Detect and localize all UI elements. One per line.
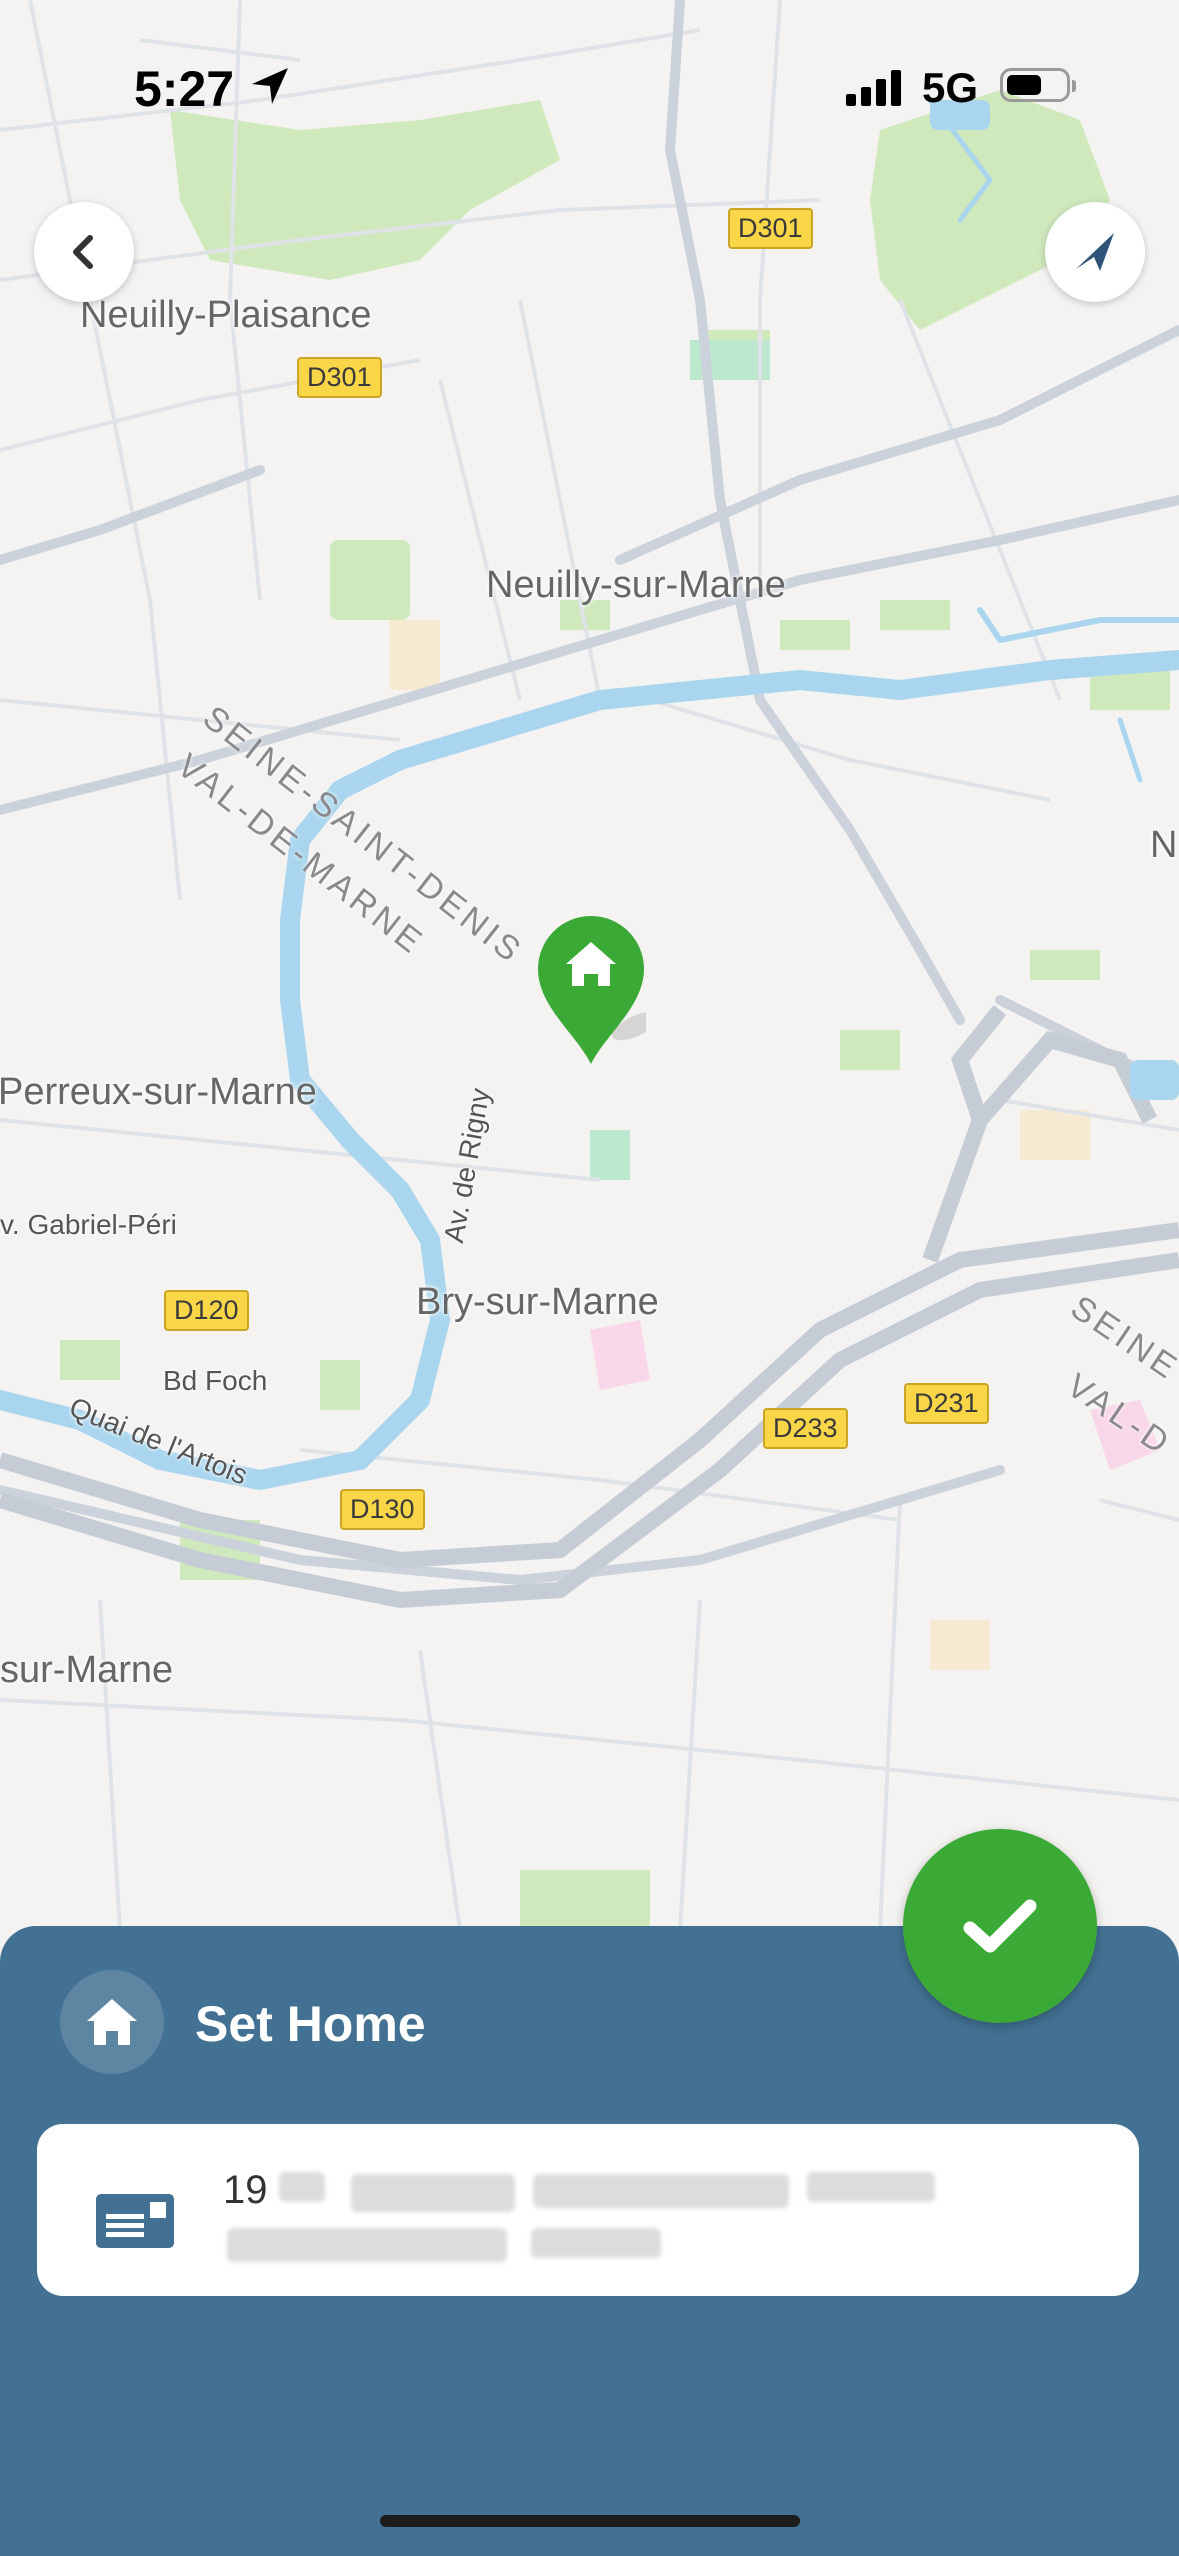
confirm-button[interactable] <box>903 1829 1097 2023</box>
home-icon <box>87 1999 137 2045</box>
redacted-address-text <box>351 2174 515 2212</box>
locate-me-button[interactable] <box>1045 202 1145 302</box>
cellular-signal-icon <box>846 70 906 111</box>
redacted-address-text <box>279 2172 325 2202</box>
sheet-title: Set Home <box>195 1996 426 2052</box>
place-label: Bry-sur-Marne <box>416 1281 659 1323</box>
redacted-address-text <box>531 2228 661 2258</box>
street-label: v. Gabriel-Péri <box>0 1209 177 1240</box>
home-icon-badge <box>60 1970 164 2074</box>
road-shield: D130 <box>340 1489 425 1531</box>
back-button[interactable] <box>34 202 134 302</box>
road-shield: D301 <box>728 208 813 250</box>
place-label: N <box>1150 824 1178 866</box>
road-shield: D231 <box>904 1383 989 1425</box>
address-number: 19 <box>223 2168 268 2212</box>
map-view[interactable]: D301 D301 D120 D130 D233 D231 Neuilly-Pl… <box>0 0 1179 1931</box>
redacted-address-text <box>227 2228 507 2262</box>
road-shield: D120 <box>164 1290 249 1332</box>
redacted-address-text <box>533 2174 789 2208</box>
address-card-icon <box>96 2192 174 2255</box>
road-shield: D301 <box>297 357 382 399</box>
chevron-left-icon <box>73 235 93 269</box>
street-label: Bd Foch <box>163 1365 268 1396</box>
checkmark-icon <box>963 1899 1037 1953</box>
redacted-address-text <box>807 2172 935 2202</box>
navigation-arrow-icon <box>1076 233 1114 271</box>
place-label: Perreux-sur-Marne <box>0 1071 317 1113</box>
location-arrow-icon <box>248 64 292 113</box>
home-indicator[interactable] <box>380 2515 800 2527</box>
network-type: 5G <box>922 64 979 111</box>
place-label: sur-Marne <box>0 1649 174 1691</box>
home-pin-icon[interactable] <box>536 914 660 1069</box>
place-label: Neuilly-sur-Marne <box>486 564 786 606</box>
battery-icon <box>1000 68 1076 102</box>
place-label: Neuilly-Plaisance <box>80 294 372 336</box>
status-time: 5:27 <box>134 61 235 117</box>
address-card[interactable]: 19 <box>37 2124 1139 2296</box>
road-shield: D233 <box>763 1408 848 1450</box>
